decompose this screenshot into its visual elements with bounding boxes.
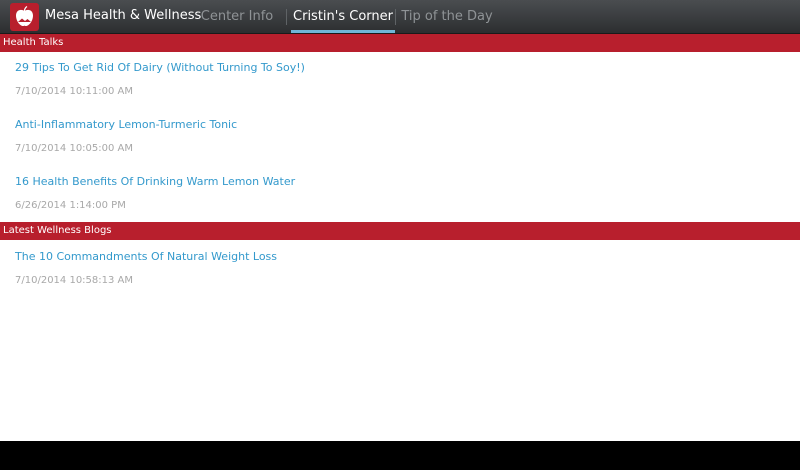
action-bar: Mesa Health & Wellness Center Info Crist… (0, 0, 800, 34)
tab-tip-of-the-day[interactable]: Tip of the Day (401, 0, 493, 33)
tab-center-info[interactable]: Center Info (196, 0, 278, 33)
post-title[interactable]: 29 Tips To Get Rid Of Dairy (Without Tur… (15, 61, 305, 74)
tab-divider (395, 9, 396, 25)
post-title[interactable]: Anti-Inflammatory Lemon-Turmeric Tonic (15, 118, 237, 131)
post-date: 6/26/2014 1:14:00 PM (15, 200, 126, 211)
tab-divider (286, 9, 287, 25)
post-title[interactable]: 16 Health Benefits Of Drinking Warm Lemo… (15, 175, 295, 188)
section-header-health-talks: Health Talks (0, 34, 800, 52)
apple-logo-icon[interactable] (10, 3, 39, 31)
tab-cristins-corner[interactable]: Cristin's Corner (291, 0, 395, 33)
post-title[interactable]: The 10 Commandments Of Natural Weight Lo… (15, 250, 277, 263)
section-header-latest-wellness-blogs: Latest Wellness Blogs (0, 222, 800, 240)
system-navigation-bar (0, 441, 800, 470)
post-date: 7/10/2014 10:05:00 AM (15, 143, 134, 154)
app-title: Mesa Health & Wellness (45, 8, 202, 23)
post-date: 7/10/2014 10:11:00 AM (15, 86, 134, 97)
post-date: 7/10/2014 10:58:13 AM (15, 275, 134, 286)
